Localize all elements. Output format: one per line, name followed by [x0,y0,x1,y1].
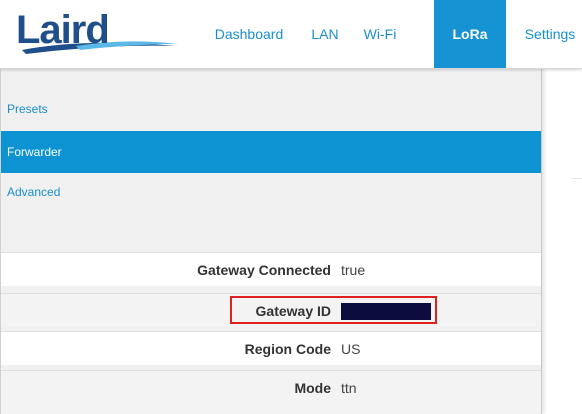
top-nav-bar: Laird Dashboard LAN Wi-Fi LoRa Settings [0,0,582,69]
detail-value: US [341,341,361,357]
nav-lora[interactable]: LoRa [434,0,506,68]
nav-settings[interactable]: Settings [508,0,582,68]
lora-sidebar-panel: Presets Forwarder Advanced Gateway Conne… [0,68,542,414]
detail-row-gateway-connected: Gateway Connected true [1,252,541,286]
sidebar-item-forwarder[interactable]: Forwarder [1,131,541,173]
gateway-id-highlight-box [230,296,437,324]
nav-dashboard[interactable]: Dashboard [200,0,298,68]
detail-row-mode: Mode ttn [1,370,541,414]
detail-value: true [341,262,366,278]
logo-text: Laird [16,8,110,52]
nav-lan[interactable]: LAN [298,0,352,68]
sidebar-item-advanced[interactable]: Advanced [1,171,541,213]
sidebar-item-presets[interactable]: Presets [1,88,541,130]
nav-wifi[interactable]: Wi-Fi [352,0,408,68]
detail-label: Mode [294,380,331,396]
detail-label: Gateway Connected [197,262,331,278]
detail-row-region-code: Region Code US [1,331,541,365]
detail-label: Region Code [244,341,331,357]
laird-logo[interactable]: Laird [16,8,180,58]
detail-value: ttn [341,380,357,396]
divider [572,178,582,179]
